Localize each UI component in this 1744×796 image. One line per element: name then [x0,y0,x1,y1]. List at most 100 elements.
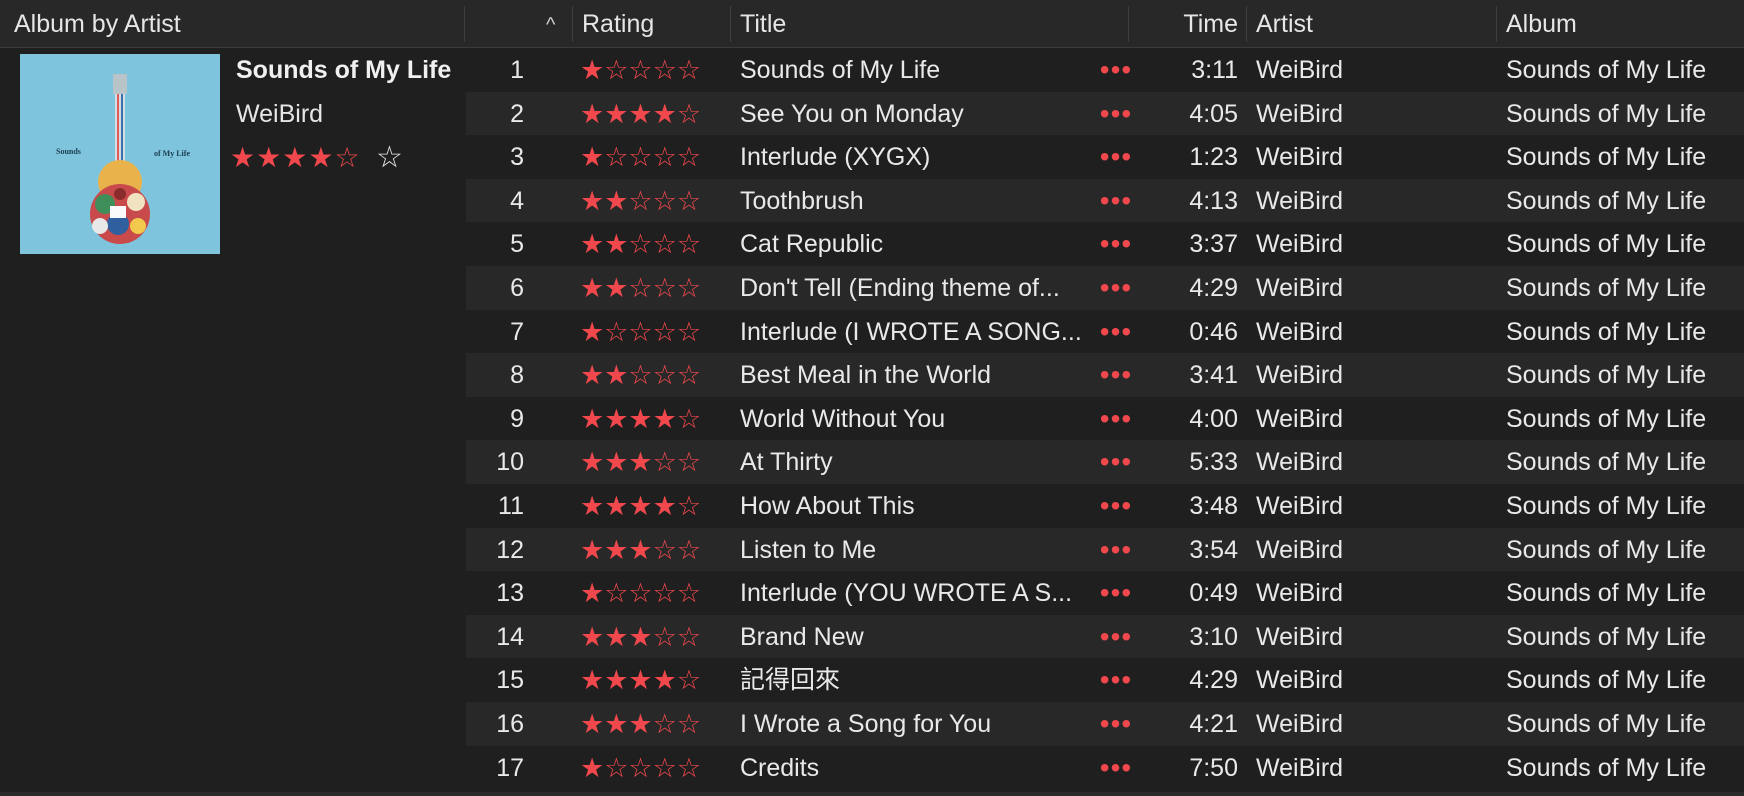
header-album-by-artist[interactable]: Album by Artist [14,0,181,47]
track-rating-stars[interactable]: ★☆☆☆☆ [580,135,720,179]
track-artist[interactable]: WeiBird [1256,48,1486,92]
track-title[interactable]: Don't Tell (Ending theme of... [740,266,1086,310]
star-outline-icon[interactable]: ☆ [376,142,403,174]
star-filled-icon[interactable]: ★ [308,142,334,173]
track-title[interactable]: Cat Republic [740,222,1086,266]
track-row[interactable]: 12 ★★★☆☆ Listen to Me ••• 3:54 WeiBird Sounds … [466,528,1744,572]
star-filled-icon[interactable]: ★ [282,142,308,173]
track-rating-stars[interactable]: ★★☆☆☆ [580,222,720,266]
track-artist[interactable]: WeiBird [1256,222,1486,266]
track-row[interactable]: 13 ★☆☆☆☆ Interlude (YOU WROTE A S... ••• 0:4… [466,571,1744,615]
track-row[interactable]: 6 ★★☆☆☆ Don't Tell (Ending theme of... ••• 4… [466,266,1744,310]
track-album[interactable]: Sounds of My Life [1506,440,1744,484]
header-time[interactable]: Time [1140,0,1238,47]
track-row[interactable]: 9 ★★★★☆ World Without You ••• 4:00 WeiBird Sou… [466,397,1744,441]
header-divider[interactable] [1496,6,1497,42]
track-title[interactable]: Toothbrush [740,179,1086,223]
track-artist[interactable]: WeiBird [1256,528,1486,572]
track-album[interactable]: Sounds of My Life [1506,571,1744,615]
star-empty-icon[interactable]: ☆ [334,142,360,173]
track-album[interactable]: Sounds of My Life [1506,484,1744,528]
track-rating-stars[interactable]: ★★★☆☆ [580,528,720,572]
header-divider[interactable] [572,6,573,42]
album-rating-stars[interactable]: ★★★★☆ [230,142,361,174]
track-album[interactable]: Sounds of My Life [1506,222,1744,266]
track-artist[interactable]: WeiBird [1256,746,1486,790]
header-title[interactable]: Title [740,0,786,47]
album-artist[interactable]: WeiBird [236,98,323,130]
track-album[interactable]: Sounds of My Life [1506,179,1744,223]
track-title[interactable]: Interlude (YOU WROTE A S... [740,571,1086,615]
track-album[interactable]: Sounds of My Life [1506,92,1744,136]
track-title[interactable]: I Wrote a Song for You [740,702,1086,746]
track-row[interactable]: 5 ★★☆☆☆ Cat Republic ••• 3:37 WeiBird Sounds o… [466,222,1744,266]
track-row[interactable]: 7 ★☆☆☆☆ Interlude (I WROTE A SONG... ••• 0:4… [466,310,1744,354]
track-album[interactable]: Sounds of My Life [1506,615,1744,659]
track-title[interactable]: 記得回來 [740,658,1086,702]
track-row[interactable]: 10 ★★★☆☆ At Thirty ••• 5:33 WeiBird Sounds of … [466,440,1744,484]
track-row[interactable]: 14 ★★★☆☆ Brand New ••• 3:10 WeiBird Sounds of … [466,615,1744,659]
header-divider[interactable] [730,6,731,42]
track-artist[interactable]: WeiBird [1256,353,1486,397]
track-title[interactable]: Credits [740,746,1086,790]
track-artist[interactable]: WeiBird [1256,135,1486,179]
track-album[interactable]: Sounds of My Life [1506,48,1744,92]
track-album[interactable]: Sounds of My Life [1506,658,1744,702]
track-artist[interactable]: WeiBird [1256,266,1486,310]
track-title[interactable]: Interlude (I WROTE A SONG... [740,310,1086,354]
track-title[interactable]: Best Meal in the World [740,353,1086,397]
track-artist[interactable]: WeiBird [1256,702,1486,746]
star-filled-icon[interactable]: ★ [230,142,256,173]
track-rating-stars[interactable]: ★★★★☆ [580,397,720,441]
track-rating-stars[interactable]: ★★★☆☆ [580,615,720,659]
track-title[interactable]: Sounds of My Life [740,48,1086,92]
header-rating[interactable]: Rating [582,0,654,47]
track-album[interactable]: Sounds of My Life [1506,353,1744,397]
track-album[interactable]: Sounds of My Life [1506,746,1744,790]
album-title[interactable]: Sounds of My Life [236,54,451,86]
track-title[interactable]: Interlude (XYGX) [740,135,1086,179]
track-row[interactable]: 17 ★☆☆☆☆ Credits ••• 7:50 WeiBird Sounds of My… [466,746,1744,790]
track-rating-stars[interactable]: ★☆☆☆☆ [580,571,720,615]
track-row[interactable]: 2 ★★★★☆ See You on Monday ••• 4:05 WeiBird Sou… [466,92,1744,136]
track-artist[interactable]: WeiBird [1256,179,1486,223]
track-rating-stars[interactable]: ★☆☆☆☆ [580,310,720,354]
track-rating-stars[interactable]: ★★☆☆☆ [580,353,720,397]
track-row[interactable]: 4 ★★☆☆☆ Toothbrush ••• 4:13 WeiBird Sounds of … [466,179,1744,223]
track-title[interactable]: How About This [740,484,1086,528]
track-artist[interactable]: WeiBird [1256,484,1486,528]
track-artist[interactable]: WeiBird [1256,440,1486,484]
track-rating-stars[interactable]: ★★☆☆☆ [580,266,720,310]
track-album[interactable]: Sounds of My Life [1506,135,1744,179]
track-artist[interactable]: WeiBird [1256,571,1486,615]
track-rating-stars[interactable]: ★★★★☆ [580,658,720,702]
track-album[interactable]: Sounds of My Life [1506,397,1744,441]
sort-ascending-icon[interactable]: ^ [546,0,555,47]
track-title[interactable]: Brand New [740,615,1086,659]
track-rating-stars[interactable]: ★☆☆☆☆ [580,746,720,790]
header-album[interactable]: Album [1506,0,1577,47]
track-album[interactable]: Sounds of My Life [1506,310,1744,354]
track-row[interactable]: 8 ★★☆☆☆ Best Meal in the World ••• 3:41 WeiBi… [466,353,1744,397]
track-album[interactable]: Sounds of My Life [1506,266,1744,310]
track-title[interactable]: Listen to Me [740,528,1086,572]
track-album[interactable]: Sounds of My Life [1506,702,1744,746]
track-artist[interactable]: WeiBird [1256,397,1486,441]
track-album[interactable]: Sounds of My Life [1506,528,1744,572]
track-artist[interactable]: WeiBird [1256,615,1486,659]
header-divider[interactable] [1246,6,1247,42]
track-title[interactable]: At Thirty [740,440,1086,484]
header-artist[interactable]: Artist [1256,0,1313,47]
track-row[interactable]: 16 ★★★☆☆ I Wrote a Song for You ••• 4:21 WeiB… [466,702,1744,746]
track-artist[interactable]: WeiBird [1256,92,1486,136]
track-rating-stars[interactable]: ★★★★☆ [580,484,720,528]
star-filled-icon[interactable]: ★ [256,142,282,173]
header-divider[interactable] [1128,6,1129,42]
track-rating-stars[interactable]: ★★☆☆☆ [580,179,720,223]
track-title[interactable]: See You on Monday [740,92,1086,136]
track-artist[interactable]: WeiBird [1256,658,1486,702]
track-rating-stars[interactable]: ★☆☆☆☆ [580,48,720,92]
track-rating-stars[interactable]: ★★★★☆ [580,92,720,136]
header-divider[interactable] [464,6,465,42]
track-rating-stars[interactable]: ★★★☆☆ [580,440,720,484]
